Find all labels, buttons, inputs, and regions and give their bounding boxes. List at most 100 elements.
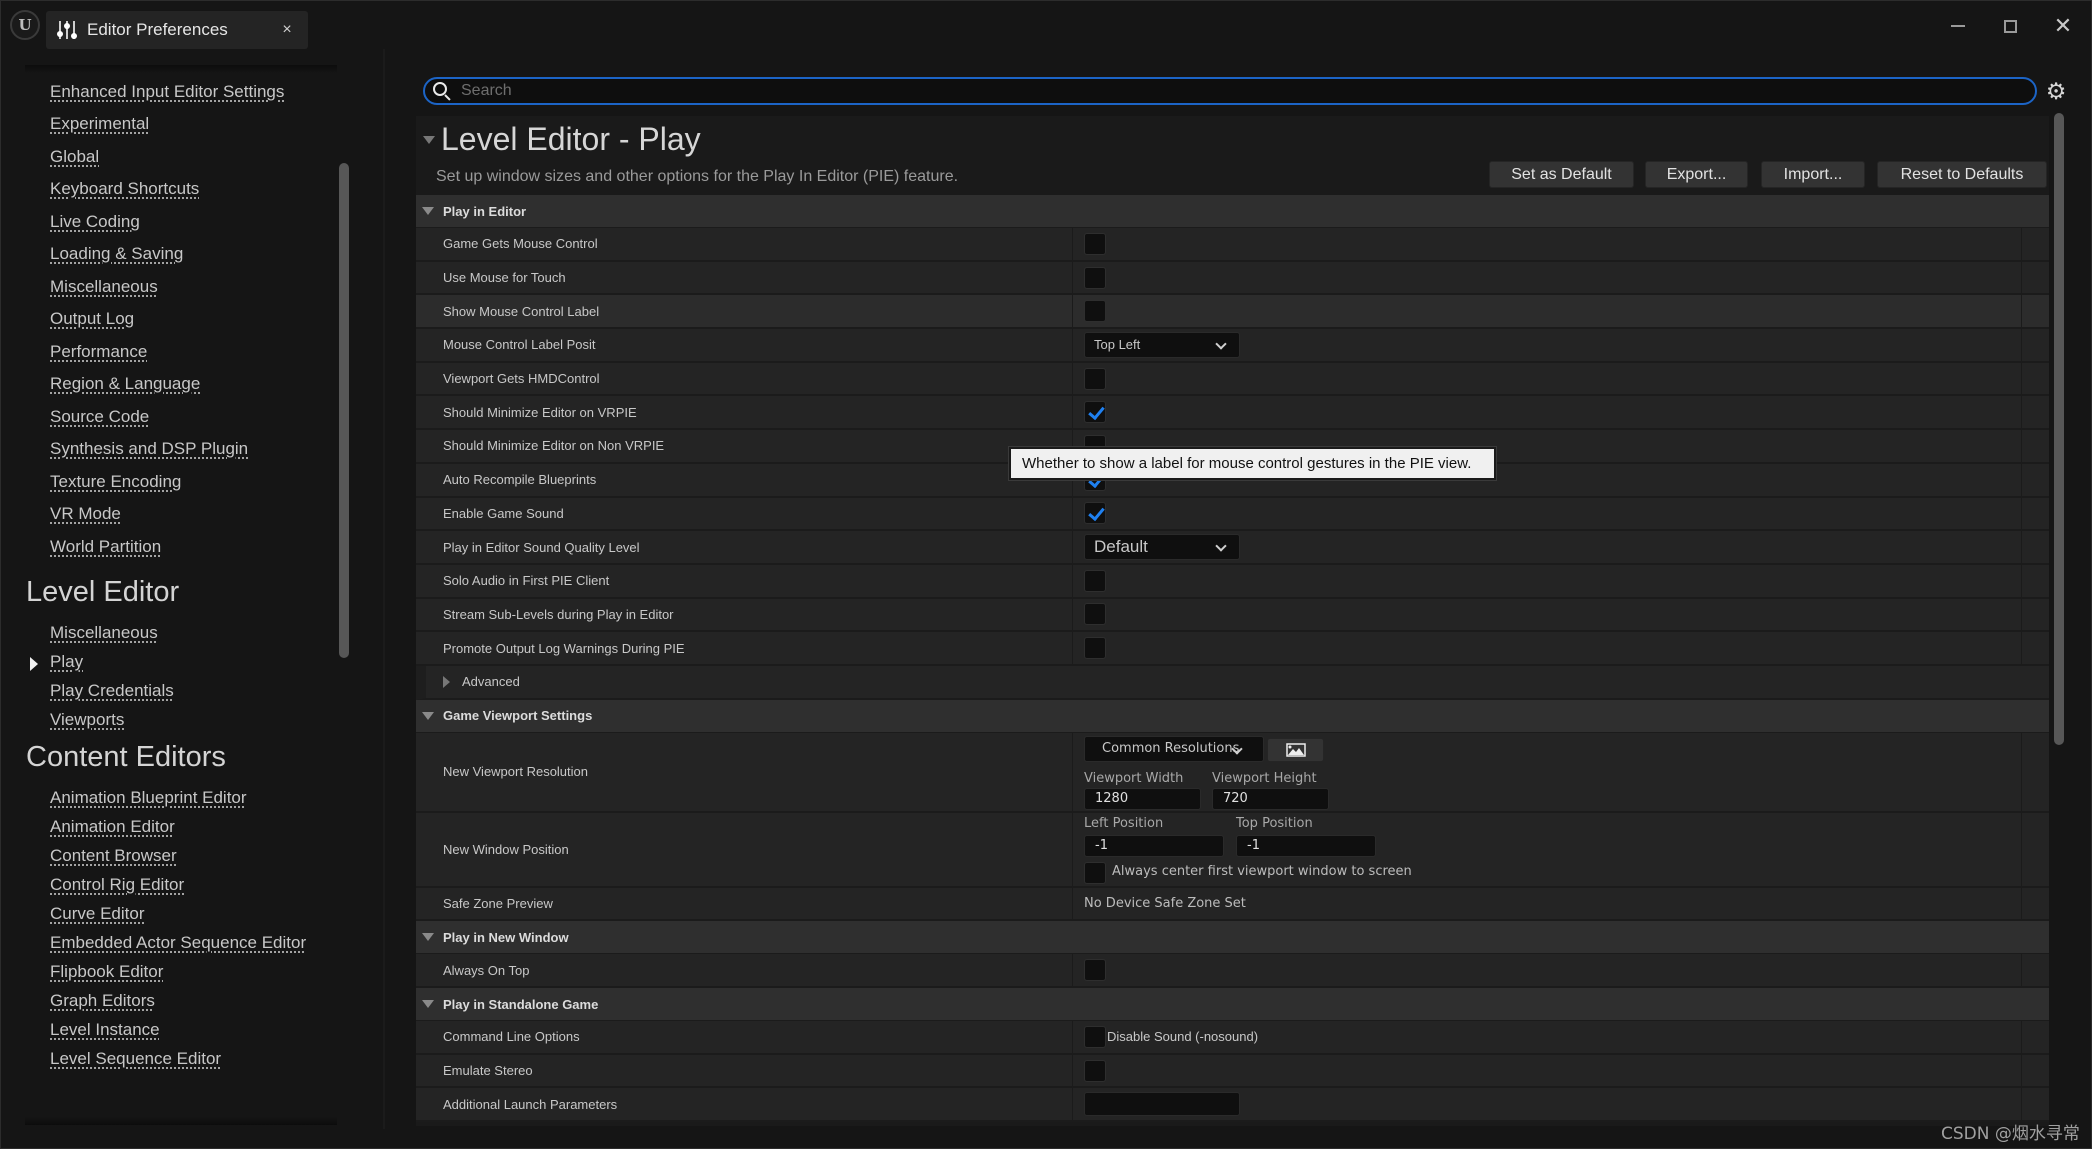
sidebar-item-keyboard-shortcuts[interactable]: Keyboard Shortcuts (50, 179, 199, 199)
sidebar-item-viewports[interactable]: Viewports (50, 710, 124, 730)
viewport-width-input[interactable]: 1280 (1084, 787, 1201, 810)
sound-quality-level-dropdown[interactable]: Default (1084, 534, 1240, 561)
sidebar-item-world-partition[interactable]: World Partition (50, 537, 161, 557)
sidebar-item-miscellaneous[interactable]: Miscellaneous (50, 277, 158, 297)
enable-game-sound-checkbox[interactable] (1084, 502, 1106, 525)
sidebar-item-play-credentials[interactable]: Play Credentials (50, 681, 174, 701)
left-position-input[interactable]: -1 (1084, 834, 1224, 857)
sidebar-item-anim-blueprint-editor[interactable]: Animation Blueprint Editor (50, 788, 247, 808)
promote-output-log-warnings-checkbox[interactable] (1084, 637, 1106, 660)
sidebar-item-loading-saving[interactable]: Loading & Saving (50, 244, 183, 264)
property-row: Play in Editor Sound Quality Level Defau… (416, 531, 2049, 565)
category-play-in-standalone-game[interactable]: Play in Standalone Game (416, 988, 2049, 1021)
sidebar-item-source-code[interactable]: Source Code (50, 407, 149, 427)
search-input[interactable] (461, 82, 2035, 100)
sidebar-top-shadow (25, 65, 337, 73)
sidebar-item-region-language[interactable]: Region & Language (50, 374, 200, 394)
sidebar-item-global[interactable]: Global (50, 147, 99, 167)
sidebar-item-vr-mode[interactable]: VR Mode (50, 504, 121, 524)
sidebar-item-synthesis-dsp[interactable]: Synthesis and DSP Plugin (50, 439, 248, 459)
expand-arrow-icon[interactable] (422, 933, 434, 942)
tooltip: Whether to show a label for mouse contro… (1009, 447, 1496, 480)
advanced-row[interactable]: Advanced (416, 665, 2049, 700)
landscape-image-icon (1285, 742, 1306, 757)
emulate-stereo-checkbox[interactable] (1084, 1059, 1106, 1082)
editor-preferences-window: U Editor Preferences × ✕ Enhanced Input … (0, 0, 2092, 1149)
safe-zone-value: No Device Safe Zone Set (1084, 895, 1246, 911)
property-row: Stream Sub-Levels during Play in Editor (416, 598, 2049, 633)
sidebar-heading-level-editor: Level Editor (26, 576, 180, 608)
expand-arrow-icon[interactable] (422, 207, 434, 215)
reset-to-defaults-button[interactable]: Reset to Defaults (1877, 161, 2047, 188)
sidebar-item-animation-editor[interactable]: Animation Editor (50, 817, 175, 837)
sidebar-item-curve-editor[interactable]: Curve Editor (50, 904, 144, 924)
sidebar-item-flipbook-editor[interactable]: Flipbook Editor (50, 962, 163, 982)
solo-audio-first-pie-checkbox[interactable] (1084, 569, 1106, 592)
sidebar-item-embedded-actor-sequence-editor[interactable]: Embedded Actor Sequence Editor (50, 933, 306, 953)
sidebar-item-level-misc[interactable]: Miscellaneous (50, 623, 158, 643)
details-scrollbar[interactable] (2054, 113, 2064, 745)
sidebar-item-control-rig-editor[interactable]: Control Rig Editor (50, 875, 184, 895)
viewport-gets-hmdcontrol-checkbox[interactable] (1084, 367, 1106, 390)
property-row: Promote Output Log Warnings During PIE (416, 632, 2049, 666)
sidebar-item-live-coding[interactable]: Live Coding (50, 212, 140, 232)
tab-title: Editor Preferences (87, 20, 228, 39)
sidebar-item-level-sequence-editor[interactable]: Level Sequence Editor (50, 1049, 221, 1069)
sidebar-item-texture-encoding[interactable]: Texture Encoding (50, 472, 181, 492)
property-row: Emulate Stereo (416, 1054, 2049, 1089)
collapse-arrow-icon[interactable] (423, 136, 435, 144)
unreal-logo-icon[interactable]: U (10, 10, 40, 40)
sidebar-item-graph-editors[interactable]: Graph Editors (50, 991, 155, 1011)
close-window-button[interactable]: ✕ (2045, 13, 2081, 39)
sidebar-item-level-instance[interactable]: Level Instance (50, 1020, 160, 1040)
show-mouse-control-label-checkbox[interactable] (1084, 300, 1106, 323)
expand-arrow-icon[interactable] (422, 711, 434, 720)
always-center-window-checkbox[interactable] (1084, 861, 1106, 884)
sidebar-item-performance[interactable]: Performance (50, 342, 147, 362)
maximize-button[interactable] (1992, 13, 2028, 39)
game-gets-mouse-control-checkbox[interactable] (1084, 232, 1106, 255)
property-row: Use Mouse for Touch (416, 261, 2049, 296)
sliders-icon (56, 19, 78, 41)
common-resolutions-dropdown[interactable]: Common Resolutions (1084, 735, 1264, 762)
mouse-control-label-position-dropdown[interactable]: Top Left (1084, 331, 1240, 358)
close-tab-icon[interactable]: × (276, 21, 298, 39)
category-game-viewport-settings[interactable]: Game Viewport Settings (416, 699, 2049, 733)
use-mouse-for-touch-checkbox[interactable] (1084, 266, 1106, 289)
expand-advanced-arrow-icon[interactable] (443, 675, 450, 688)
import-button[interactable]: Import... (1761, 161, 1865, 188)
minimize-editor-vrpie-checkbox[interactable] (1084, 401, 1106, 424)
property-row: Additional Launch Parameters (416, 1088, 2049, 1123)
minimize-button[interactable] (1940, 13, 1976, 39)
category-play-in-new-window[interactable]: Play in New Window (416, 921, 2049, 955)
settings-gear-icon[interactable]: ⚙ (2044, 79, 2068, 103)
property-row: Always On Top (416, 954, 2049, 988)
sidebar-item-output-log[interactable]: Output Log (50, 309, 134, 329)
property-row-safe-zone: Safe Zone Preview No Device Safe Zone Se… (416, 887, 2049, 922)
watermark: CSDN @烟水寻常 (1941, 1124, 2080, 1144)
set-as-default-button[interactable]: Set as Default (1489, 161, 1634, 188)
sidebar-item-content-browser[interactable]: Content Browser (50, 846, 177, 866)
stream-sub-levels-checkbox[interactable] (1084, 603, 1106, 626)
sidebar-item-enhanced-input[interactable]: Enhanced Input Editor Settings (50, 82, 284, 102)
disable-sound-checkbox[interactable] (1084, 1025, 1106, 1048)
property-rows: Play in Editor Game Gets Mouse Control U… (416, 195, 2049, 1123)
property-row: Mouse Control Label Posit Top Left (416, 329, 2049, 363)
page-title: Level Editor - Play (441, 121, 701, 157)
tab-editor-preferences[interactable]: Editor Preferences × (46, 11, 308, 49)
sidebar-scrollbar[interactable] (339, 163, 349, 658)
details-panel: Level Editor - Play Set up window sizes … (416, 116, 2049, 1126)
sidebar-item-experimental[interactable]: Experimental (50, 114, 149, 134)
expand-arrow-icon[interactable] (422, 1000, 434, 1008)
top-position-input[interactable]: -1 (1236, 834, 1376, 857)
search-box[interactable] (423, 77, 2037, 105)
export-button[interactable]: Export... (1645, 161, 1748, 188)
sidebar-item-play[interactable]: Play (50, 652, 83, 672)
viewport-height-input[interactable]: 720 (1212, 787, 1329, 810)
category-play-in-editor[interactable]: Play in Editor (416, 195, 2049, 228)
sidebar-heading-content-editors: Content Editors (26, 741, 226, 773)
aspect-ratio-button[interactable] (1267, 737, 1324, 762)
always-on-top-checkbox[interactable] (1084, 959, 1106, 982)
panel-splitter[interactable] (383, 49, 385, 1129)
additional-launch-parameters-input[interactable] (1084, 1092, 1240, 1117)
